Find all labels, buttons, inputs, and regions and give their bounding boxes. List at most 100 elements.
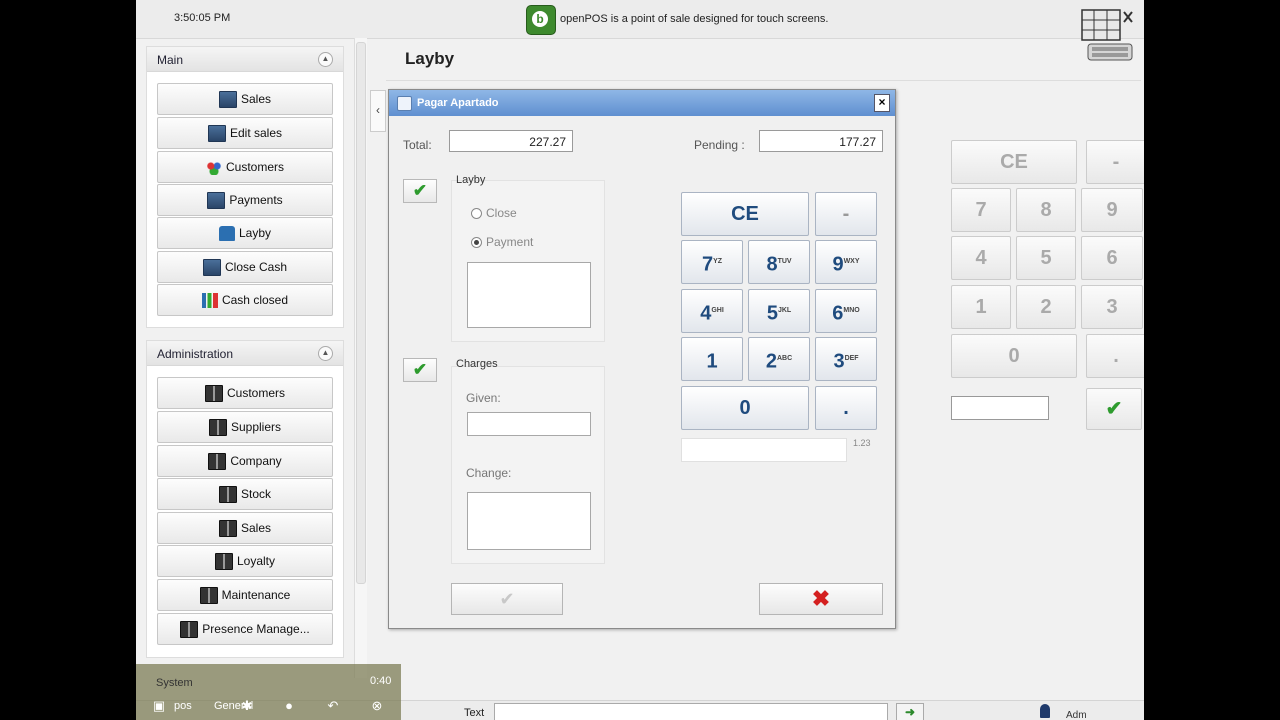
nav-label: Cash closed [221,293,289,307]
keypad-input[interactable] [681,438,847,462]
video-thumb-icon[interactable]: ▣ [148,697,170,715]
nav-edit-sales[interactable]: Edit sales [157,117,333,149]
key-minus[interactable]: - [815,192,877,236]
key-letters: JKL [777,307,792,314]
people-icon [205,159,222,175]
radio-close-label: Close [486,206,517,220]
nav-customers[interactable]: Customers [157,151,333,183]
bg-key[interactable]: 7 [951,188,1011,232]
layby-check-icon[interactable]: ✔ [403,179,437,203]
bg-key[interactable]: 6 [1081,236,1143,280]
charges-check-icon[interactable]: ✔ [403,358,437,382]
bg-amount-input[interactable] [951,396,1049,420]
key-0[interactable]: 0 [681,386,809,430]
key-dot[interactable]: . [815,386,877,430]
nav-payments[interactable]: Payments [157,184,333,216]
radio-close[interactable]: Close [471,206,517,220]
nav-layby[interactable]: Layby [157,217,333,249]
change-label: Change: [466,466,512,480]
nav-admin-customers[interactable]: Customers [157,377,333,409]
key-digit: 5 [766,302,778,325]
video-time: 0:40 [370,675,392,687]
collapse-icon[interactable]: ▲ [318,346,333,361]
key-2[interactable]: 2ABC [748,337,810,381]
close-icon[interactable]: × [874,94,890,112]
nav-admin-company[interactable]: Company [157,445,333,477]
nav-admin-maintenance[interactable]: Maintenance [157,579,333,611]
key-5[interactable]: 5JKL [748,289,810,333]
close-circle-icon[interactable]: ⊗ [366,697,388,715]
radio-payment-label: Payment [486,235,534,249]
collapse-icon[interactable]: ▲ [318,52,333,67]
bg-key[interactable]: 8 [1016,188,1076,232]
key-7[interactable]: 7YZ [681,240,743,284]
text-label: Text [464,707,485,719]
nav-admin-loyalty[interactable]: Loyalty [157,545,333,577]
monitor-icon [218,90,237,108]
logo-letter: b [532,11,548,27]
nav-sales[interactable]: Sales [157,83,333,115]
given-field[interactable] [467,412,591,436]
nav-label: Stock [240,487,271,501]
bg-key-minus[interactable]: - [1086,140,1144,184]
chevron-left-icon[interactable]: ‹ [370,90,386,132]
book-icon [180,620,199,638]
house-icon [218,225,235,241]
pending-field[interactable]: 177.27 [759,130,883,152]
go-arrow-icon[interactable]: ➜ [896,703,924,720]
bg-key[interactable]: 1 [951,285,1011,329]
key-1[interactable]: 1 [681,337,743,381]
nav-admin-suppliers[interactable]: Suppliers [157,411,333,443]
key-digit: 1 [706,350,718,373]
key-3[interactable]: 3DEF [815,337,877,381]
book-icon [208,452,227,470]
change-field[interactable] [467,492,591,550]
bg-key-dot[interactable]: . [1086,334,1144,378]
cancel-button[interactable]: ✖ [759,583,883,615]
bg-key[interactable]: 5 [1016,236,1076,280]
key-ce[interactable]: CE [681,192,809,236]
key-digit: 3 [833,350,845,373]
bg-key[interactable]: 4 [951,236,1011,280]
nav-admin-sales[interactable]: Sales [157,512,333,544]
key-4[interactable]: 4GHI [681,289,743,333]
dialog-titlebar[interactable]: Pagar Apartado × [389,90,895,116]
nav-cash-closed[interactable]: Cash closed [157,284,333,316]
text-input[interactable] [494,703,888,720]
bug-icon[interactable]: ✱ [236,697,258,715]
key-6[interactable]: 6MNO [815,289,877,333]
nav-close-cash[interactable]: Close Cash [157,251,333,283]
nav-admin-presence[interactable]: Presence Manage... [157,613,333,645]
bg-key-zero[interactable]: 0 [951,334,1077,378]
main-panel-header[interactable]: Main ▲ [147,47,343,72]
pos-screen: 3:50:05 PM b openPOS is a point of sale … [136,0,1144,720]
user-label[interactable]: Adm [1066,710,1087,720]
undo-icon[interactable]: ↶ [322,697,344,715]
video-tab-pos[interactable]: pos [174,700,192,712]
bg-key[interactable]: 9 [1081,188,1143,232]
app-menu-icon[interactable] [1080,6,1136,64]
bg-key-ce[interactable]: CE [951,140,1077,184]
key-digit: 7 [701,253,714,276]
radio-payment[interactable]: Payment [471,235,533,249]
sidebar-scroll-thumb[interactable] [356,42,366,584]
key-digit: 6 [832,302,844,325]
nav-label: Layby [238,226,272,240]
total-field[interactable]: 227.27 [449,130,573,152]
bg-key[interactable]: 3 [1081,285,1143,329]
keypad-hint: 1.23 [853,438,871,448]
key-digit: 4 [700,302,712,325]
dialog-title: Pagar Apartado [417,97,499,109]
admin-panel-header[interactable]: Administration ▲ [147,341,343,366]
page-title: Layby [405,49,455,68]
bg-check-icon[interactable]: ✔ [1086,388,1142,430]
bg-key[interactable]: 2 [1016,285,1076,329]
radio-selected-icon [471,236,482,248]
key-9[interactable]: 9WXY [815,240,877,284]
layby-notes-area[interactable] [467,262,591,328]
key-8[interactable]: 8TUV [748,240,810,284]
record-icon[interactable]: ● [278,697,300,715]
ok-button[interactable]: ✔ [451,583,563,615]
nav-admin-stock[interactable]: Stock [157,478,333,510]
nav-label: Close Cash [224,260,288,274]
